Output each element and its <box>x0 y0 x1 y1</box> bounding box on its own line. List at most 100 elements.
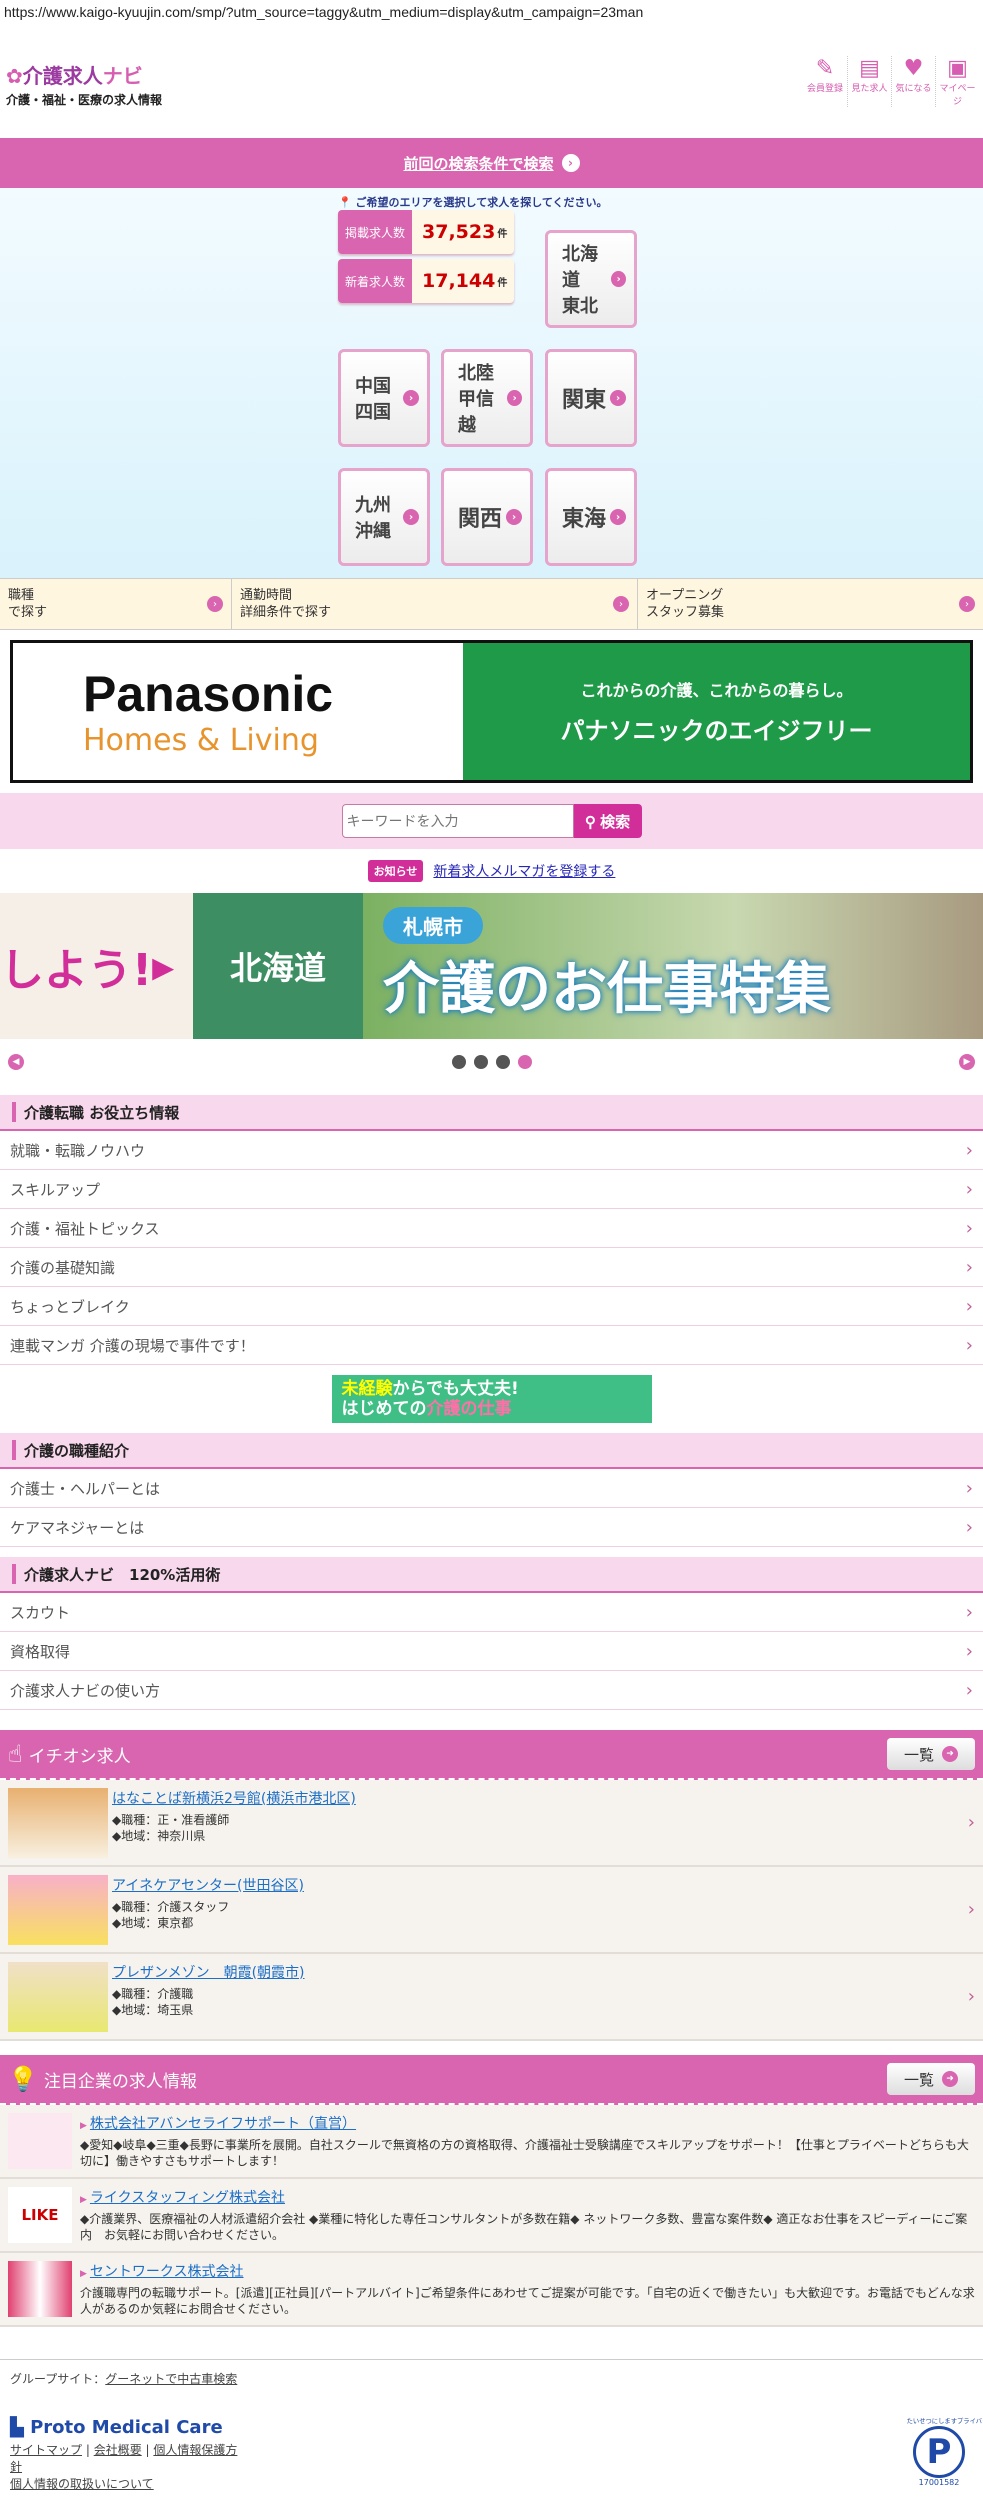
job-region: ◆地域：神奈川県 <box>112 1829 206 1843</box>
list-item[interactable]: ちょっとブレイク › <box>0 1287 983 1326</box>
region-label: 東海 <box>562 507 607 532</box>
pickup-header: ☝ イチオシ求人 一覧 ➜ <box>0 1730 983 1780</box>
logo-text: 介護求人 <box>22 64 103 88</box>
company-logo[interactable]: ▙ Proto Medical Care <box>10 2417 973 2438</box>
slider-dot[interactable] <box>473 1055 488 1069</box>
job-link[interactable]: はなことば新横浜2号館(横浜市港北区) <box>112 1791 356 1807</box>
previous-search-button[interactable]: 前回の検索条件で検索 › <box>0 138 983 188</box>
slider-dot-active[interactable] <box>517 1055 532 1069</box>
company-card[interactable]: LIKE ライクスタッフィング株式会社 ◆介護業界、医療福祉の人材派遣紹介会社 ◆業… <box>0 2179 983 2253</box>
chevron-right-icon: › <box>959 596 975 612</box>
opening-staff[interactable]: オープニング スタッフ募集 › <box>638 579 983 629</box>
address-bar[interactable]: https://www.kaigo-kyuujin.com/smp/?utm_s… <box>0 0 983 30</box>
count-value: 17,144 <box>422 270 496 292</box>
company-desc: ◆愛知◆岐阜◆三重◆長野に事業所を展開。自社スクールで無資格の方の資格取得、介護… <box>80 2138 969 2168</box>
region-kanto[interactable]: 関東 › <box>545 349 637 447</box>
list-item-label: ちょっとブレイク <box>10 1297 130 1316</box>
company-card[interactable]: 株式会社アバンセライフサポート（直営） ◆愛知◆岐阜◆三重◆長野に事業所を展開。自… <box>0 2105 983 2179</box>
search-button[interactable]: ⚲ 検索 <box>573 804 642 838</box>
chevron-right-icon: › <box>613 596 629 612</box>
chevron-right-icon: › <box>967 1812 975 1833</box>
list-item[interactable]: 就職・転職ノウハウ › <box>0 1131 983 1170</box>
sub-navigation: 職種 で探す › 通勤時間 詳細条件で探す › オープニング スタッフ募集 › <box>0 578 983 630</box>
group-site-link[interactable]: グーネットで中古車検索 <box>105 2372 237 2386</box>
arrow-right-icon: ➜ <box>942 2071 958 2087</box>
list-item[interactable]: スカウト › <box>0 1593 983 1632</box>
viewed-jobs-button[interactable]: ▤ 見た求人 <box>847 56 891 107</box>
new-jobs-count[interactable]: 新着求人数 17,144 件 <box>338 259 514 303</box>
region-label: 中国 四国 <box>355 376 391 423</box>
companies-header: 💡 注目企業の求人情報 一覧 ➜ <box>0 2055 983 2105</box>
region-hokuriku[interactable]: 北陸 甲信越 › <box>441 349 533 447</box>
slider-dot[interactable] <box>495 1055 510 1069</box>
tips-list: 就職・転職ノウハウ › スキルアップ › 介護・福祉トピックス › 介護の基礎知識 › … <box>0 1131 983 1365</box>
register-button[interactable]: ✎ 会員登録 <box>803 56 847 107</box>
favorites-label: 気になる <box>895 84 932 94</box>
company-link[interactable]: セントワークス株式会社 <box>80 2264 244 2280</box>
chevron-right-icon: › <box>965 1516 973 1538</box>
slider-next-button[interactable]: ▶ <box>959 1054 975 1070</box>
ad-name: パナソニックのエイジフリー <box>560 717 873 745</box>
list-item[interactable]: ケアマネジャーとは › <box>0 1508 983 1547</box>
list-item[interactable]: 介護の基礎知識 › <box>0 1248 983 1287</box>
heart-icon: ♥ <box>903 56 924 81</box>
region-tokai[interactable]: 東海 › <box>545 468 637 566</box>
chevron-right-icon: › <box>610 509 626 525</box>
list-item[interactable]: 介護求人ナビの使い方 › <box>0 1671 983 1710</box>
total-jobs-count[interactable]: 掲載求人数 37,523 件 <box>338 210 514 254</box>
site-logo[interactable]: ✿介護求人ナビ 介護・福祉・医療の求人情報 <box>6 60 162 108</box>
list-item[interactable]: 介護・福祉トピックス › <box>0 1209 983 1248</box>
list-item[interactable]: スキルアップ › <box>0 1170 983 1209</box>
mypage-button[interactable]: ▣ マイページ <box>935 56 979 107</box>
region-hokkaido-tohoku[interactable]: 北海道 東北 › <box>545 230 637 328</box>
chevron-right-icon: › <box>506 509 522 525</box>
section-header: 介護求人ナビ 120%活用術 <box>0 1557 983 1593</box>
company-card[interactable]: セントワークス株式会社介護職専門の転職サポート。[派遣][正社員][パートアルバ… <box>0 2253 983 2327</box>
company-name: Proto Medical Care <box>30 2417 223 2438</box>
panasonic-ad-banner[interactable]: Panasonic Homes & Living これからの介護、これからの暮らし… <box>10 640 973 783</box>
area-hint-text: ご希望のエリアを選択して求人を探してください。 <box>355 196 608 209</box>
region-chugoku-shikoku[interactable]: 中国 四国 › <box>338 349 430 447</box>
keyword-input[interactable] <box>341 804 574 838</box>
count-label: 新着求人数 <box>338 259 412 303</box>
ad-copy: これからの介護、これからの暮らし。 <box>580 681 853 700</box>
list-item[interactable]: 資格取得 › <box>0 1632 983 1671</box>
region-kyushu[interactable]: 九州 沖縄 › <box>338 468 430 566</box>
list-item[interactable]: 連載マンガ 介護の現場で事件です！ › <box>0 1326 983 1365</box>
list-item-label: 介護・福祉トピックス <box>10 1219 160 1238</box>
favorites-button[interactable]: ♥ 気になる <box>891 56 935 107</box>
newsletter-link[interactable]: 新着求人メルマガを登録する <box>433 861 615 881</box>
region-label: 九州 沖縄 <box>355 495 391 542</box>
feature-slider[interactable]: しよう! ▸ 北海道 札幌市 介護のお仕事特集 <box>0 893 983 1039</box>
banner-text: 未経験 <box>341 1379 393 1399</box>
job-card[interactable]: アイネケアセンター(世田谷区) ◆職種：介護スタッフ ◆地域：東京都 › <box>0 1867 983 1954</box>
search-by-job-type[interactable]: 職種 で探す › <box>0 579 232 629</box>
arrow-right-icon: ➜ <box>942 1746 958 1762</box>
slider-dot[interactable] <box>451 1055 466 1069</box>
sitemap-link[interactable]: サイトマップ <box>10 2443 82 2457</box>
company-link[interactable]: 会社概要 <box>94 2443 142 2457</box>
chevron-right-icon: › <box>611 271 626 287</box>
companies-list-button[interactable]: 一覧 ➜ <box>887 2063 975 2095</box>
company-link[interactable]: 株式会社アバンセライフサポート（直営） <box>80 2116 356 2132</box>
pickup-list-button[interactable]: 一覧 ➜ <box>887 1738 975 1770</box>
personal-info-link[interactable]: 個人情報の取扱いについて <box>10 2477 154 2491</box>
chevron-right-icon: › <box>561 154 580 172</box>
beginner-banner[interactable]: 未経験からでも大丈夫! はじめての介護の仕事 <box>0 1365 983 1433</box>
privacy-mark-icon: P <box>913 2426 965 2478</box>
search-by-commute[interactable]: 通勤時間 詳細条件で探す › <box>232 579 638 629</box>
job-link[interactable]: アイネケアセンター(世田谷区) <box>112 1878 304 1894</box>
company-logo <box>8 2113 72 2169</box>
region-kansai[interactable]: 関西 › <box>441 468 533 566</box>
slider-prev-button[interactable]: ◀ <box>8 1054 24 1070</box>
count-unit: 件 <box>497 228 508 240</box>
list-item[interactable]: 介護士・ヘルパーとは › <box>0 1469 983 1508</box>
chevron-right-icon: › <box>965 1178 973 1200</box>
chevron-right-icon: › <box>965 1139 973 1161</box>
job-link[interactable]: プレザンメゾン 朝霞(朝霞市) <box>112 1965 305 1981</box>
company-link[interactable]: ライクスタッフィング株式会社 <box>80 2190 285 2206</box>
job-card[interactable]: はなことば新横浜2号館(横浜市港北区) ◆職種：正・准看護師 ◆地域：神奈川県 › <box>0 1780 983 1867</box>
area-hint: 📍 ご希望のエリアを選択して求人を探してください。 <box>338 196 608 209</box>
list-item-label: スカウト <box>10 1603 71 1622</box>
job-card[interactable]: プレザンメゾン 朝霞(朝霞市) ◆職種：介護職 ◆地域：埼玉県 › <box>0 1954 983 2041</box>
